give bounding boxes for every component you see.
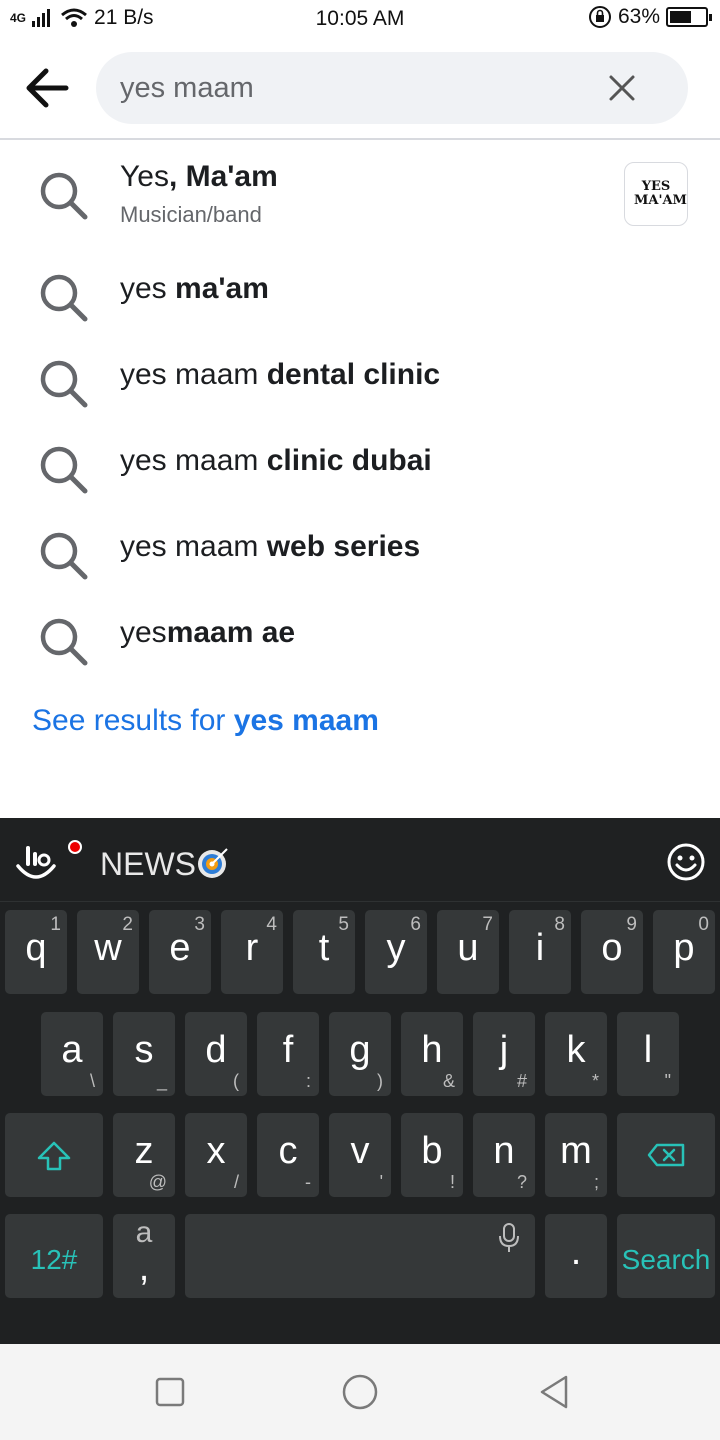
back-button[interactable] <box>22 64 74 112</box>
suggestion-row[interactable]: yes ma'am <box>0 248 720 334</box>
suggestion-row[interactable]: yes maam web series <box>0 506 720 592</box>
touchpal-logo-icon[interactable] <box>14 840 58 884</box>
suggestion-text: yes ma'am <box>120 272 269 305</box>
key-e[interactable]: 3e <box>149 910 211 994</box>
page-thumbnail: YES MA'AM <box>624 162 688 226</box>
key-f[interactable]: f: <box>257 1012 319 1096</box>
back-arrow-icon <box>26 68 69 108</box>
key-t[interactable]: 5t <box>293 910 355 994</box>
key-o[interactable]: 9o <box>581 910 643 994</box>
status-bar: 4G 21 B/s 10:05 AM 63% <box>0 0 720 38</box>
suggestion-row[interactable]: yes maam dental clinic <box>0 334 720 420</box>
search-icon <box>40 274 88 322</box>
key-d[interactable]: d( <box>185 1012 247 1096</box>
period-key[interactable]: . <box>545 1214 607 1298</box>
suggestion-text: Yes, Ma'am <box>120 160 278 193</box>
rotation-lock-icon <box>588 6 611 28</box>
key-s[interactable]: s _ <box>113 1012 175 1096</box>
microphone-icon[interactable] <box>497 1222 521 1254</box>
search-icon <box>40 360 88 408</box>
key-g[interactable]: g) <box>329 1012 391 1096</box>
news-label[interactable]: NEWS <box>100 846 196 883</box>
key-u[interactable]: 7u <box>437 910 499 994</box>
search-icon <box>40 172 88 220</box>
key-n[interactable]: n? <box>473 1113 535 1197</box>
navigation-bar <box>0 1344 720 1440</box>
key-j[interactable]: j # <box>473 1012 535 1096</box>
shift-icon <box>37 1141 71 1171</box>
backspace-key[interactable] <box>617 1113 715 1197</box>
suggestion-row[interactable]: yes maam clinic dubai <box>0 420 720 506</box>
clear-search-button[interactable] <box>608 74 636 102</box>
home-icon[interactable] <box>340 1372 380 1412</box>
suggestion-text: yesmaam ae <box>120 616 296 649</box>
key-r[interactable]: 4r <box>221 910 283 994</box>
shift-key[interactable] <box>5 1113 103 1197</box>
search-icon <box>40 532 88 580</box>
suggestion-subtitle: Musician/band <box>120 202 262 227</box>
see-results-link[interactable]: See results for yes maam <box>32 704 379 738</box>
space-key[interactable] <box>185 1214 535 1298</box>
emoji-icon[interactable] <box>666 842 706 882</box>
notification-dot <box>68 840 82 854</box>
key-z[interactable]: z @ <box>113 1113 175 1197</box>
close-icon <box>609 75 635 101</box>
suggestion-list: Yes, Ma'am Musician/band YES MA'AM yes m… <box>0 142 720 678</box>
key-l[interactable]: l " <box>617 1012 679 1096</box>
key-b[interactable]: b! <box>401 1113 463 1197</box>
key-i[interactable]: 8i <box>509 910 571 994</box>
numbers-key[interactable]: 12# <box>5 1214 103 1298</box>
target-icon <box>198 848 228 878</box>
back-icon[interactable] <box>534 1372 574 1412</box>
key-y[interactable]: 6y <box>365 910 427 994</box>
search-icon <box>40 446 88 494</box>
key-k[interactable]: k * <box>545 1012 607 1096</box>
battery-icon <box>666 7 712 27</box>
suggestion-text: yes maam dental clinic <box>120 358 441 391</box>
key-q[interactable]: 1q <box>5 910 67 994</box>
key-p[interactable]: 0p <box>653 910 715 994</box>
search-icon <box>40 618 88 666</box>
suggestion-row[interactable]: yesmaam ae <box>0 592 720 678</box>
backspace-icon <box>647 1143 685 1167</box>
keyboard: NEWS 1q 2w 3e 4r 5t 6y 7u 8i 9o 0p a \ s _… <box>0 818 720 1344</box>
recents-icon[interactable] <box>150 1372 190 1412</box>
comma-key[interactable]: a , <box>113 1214 175 1298</box>
search-key[interactable]: Search <box>617 1214 715 1298</box>
search-bar[interactable] <box>96 52 688 124</box>
search-input[interactable] <box>120 52 600 124</box>
key-a[interactable]: a \ <box>41 1012 103 1096</box>
key-x[interactable]: x / <box>185 1113 247 1197</box>
battery-percent: 63% <box>617 5 660 28</box>
suggestion-text: yes maam web series <box>120 530 421 563</box>
suggestion-row[interactable]: Yes, Ma'am Musician/band YES MA'AM <box>0 142 720 248</box>
key-v[interactable]: v ' <box>329 1113 391 1197</box>
key-m[interactable]: m; <box>545 1113 607 1197</box>
key-h[interactable]: h & <box>401 1012 463 1096</box>
key-c[interactable]: c- <box>257 1113 319 1197</box>
keyboard-toolbar: NEWS <box>0 818 720 902</box>
search-header <box>0 38 720 140</box>
suggestion-text: yes maam clinic dubai <box>120 444 432 477</box>
key-w[interactable]: 2w <box>77 910 139 994</box>
